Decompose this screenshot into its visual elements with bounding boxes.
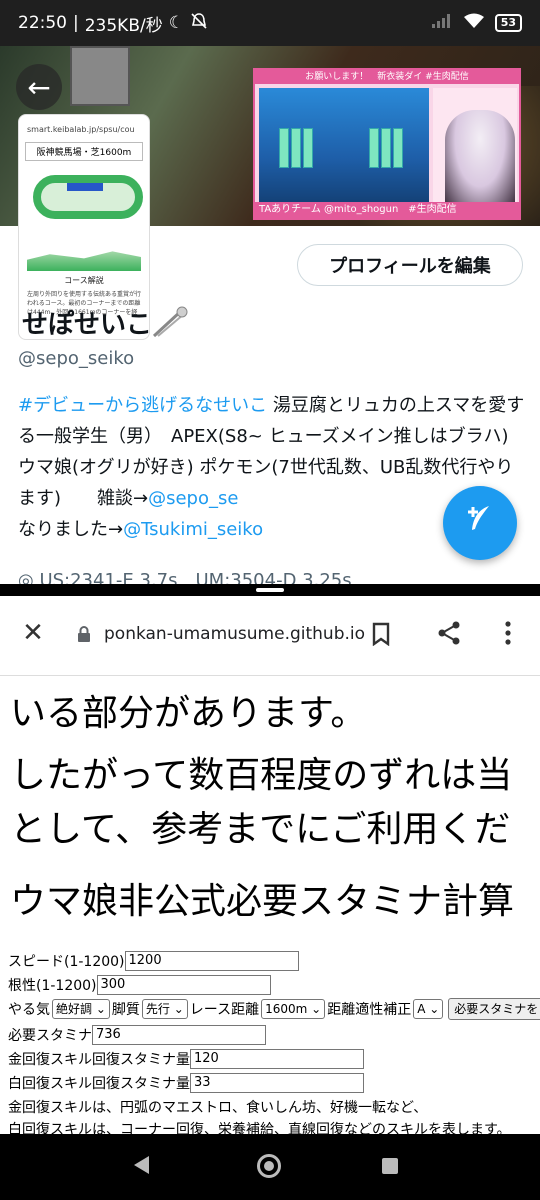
speed-label: スピード(1-1200) — [8, 954, 125, 970]
gold-skill-note: 金回復スキルは、円弧のマエストロ、食いしん坊、好機一転など、 — [8, 1100, 428, 1116]
profile-location: ◎ US:2341-E 3.7s UM:3504-D 3.25s — [18, 566, 352, 584]
lock-icon[interactable] — [77, 626, 91, 642]
safety-pin-icon — [150, 304, 190, 340]
avatar-course-title: 阪神競馬場・芝1600m — [25, 142, 143, 161]
avatar-url-text: smart.keibalab.jp/spsu/cou — [27, 125, 135, 134]
page-heading: ウマ娘非公式必要スタミナ計算 — [10, 881, 515, 922]
display-name: せぽせいこ — [22, 310, 153, 340]
feather-plus-icon — [463, 502, 497, 544]
share-icon[interactable] — [436, 620, 462, 646]
banner-character — [445, 110, 515, 206]
banner-stream-image: お願いします！ 新衣装ダイ #生肉配信 TAありチーム @mito_shogun… — [253, 68, 521, 220]
white-skill-input[interactable]: 33 — [190, 1073, 364, 1093]
status-bar: 22:50 | 235KB/秒 ☾ 53 — [0, 0, 540, 46]
profile-handle: @sepo_seiko — [18, 348, 135, 369]
bell-off-icon — [190, 12, 208, 35]
browser-toolbar: ✕ ponkan-umamusume.github.io — [0, 596, 540, 676]
bio-text-2: なりました→ — [18, 519, 124, 540]
divider-handle[interactable] — [256, 588, 284, 592]
motivation-select[interactable]: 絶好調 ⌄ — [52, 999, 110, 1019]
avatar-caption: コース解説 — [64, 276, 104, 285]
banner-stream-title: お願いします！ 新衣装ダイ #生肉配信 — [255, 70, 519, 84]
course-profile-image — [27, 251, 141, 271]
speed-input[interactable]: 1200 — [124, 951, 299, 971]
status-time: 22:50 — [18, 13, 67, 33]
system-nav-bar — [0, 1134, 540, 1200]
options-row: やる気 絶好調 ⌄ 脚質 先行 ⌄ レース距離 1600m ⌄ 距離適性補正 A… — [8, 998, 540, 1020]
nav-recents-icon[interactable] — [382, 1158, 398, 1174]
aptitude-label: 距離適性補正 — [327, 1002, 412, 1018]
edit-profile-button[interactable]: プロフィールを編集 — [297, 244, 523, 286]
bookmark-icon[interactable] — [371, 622, 391, 647]
banner-stream-caption: TAありチーム @mito_shogun #生肉配信 — [255, 202, 519, 218]
close-icon[interactable]: ✕ — [18, 618, 48, 648]
white-skill-row: 白回復スキル回復スタミナ量 33 — [8, 1072, 364, 1094]
wifi-icon — [463, 13, 485, 34]
bio-mention-link[interactable]: @sepo_se — [148, 488, 238, 509]
page-text-line: として、参考までにご利用くだ — [10, 809, 511, 850]
location-icon: ◎ — [18, 570, 40, 584]
page-text-line: したがって数百程度のずれは当 — [10, 755, 513, 796]
gold-skill-row: 金回復スキル回復スタミナ量 120 — [8, 1048, 364, 1070]
white-skill-note: 白回復スキルは、コーナー回復、栄養補給、直線回復などのスキルを表します。 — [8, 1122, 511, 1134]
style-label: 脚質 — [111, 1002, 140, 1018]
page-content: いる部分があります。 したがって数百程度のずれは当 として、参考までにご利用くだ… — [0, 676, 540, 1134]
arrow-left-icon: ← — [27, 70, 51, 104]
required-stamina-output[interactable]: 736 — [92, 1025, 266, 1045]
compose-tweet-button[interactable] — [443, 486, 517, 560]
note-line: 白回復スキルは、コーナー回復、栄養補給、直線回復などのスキルを表します。 — [8, 1118, 511, 1134]
bio-mention-link-2[interactable]: @Tsukimi_seiko — [123, 519, 263, 540]
do-not-disturb-icon: ☾ — [168, 13, 184, 33]
required-row: 必要スタミナ 736 — [8, 1024, 266, 1046]
calculate-button[interactable]: 必要スタミナを — [448, 998, 540, 1020]
speed-row: スピード(1-1200) 1200 — [8, 950, 299, 972]
url-bar[interactable]: ponkan-umamusume.github.io — [104, 624, 365, 644]
status-speed: 235KB/秒 — [84, 15, 163, 36]
distance-select[interactable]: 1600m ⌄ — [261, 999, 326, 1019]
guts-label: 根性(1-1200) — [8, 978, 97, 994]
split-screen-divider[interactable] — [0, 584, 540, 596]
battery-icon: 53 — [494, 14, 522, 32]
more-vertical-icon[interactable] — [500, 620, 516, 646]
guts-input[interactable]: 300 — [96, 975, 271, 995]
nav-back-icon[interactable] — [134, 1156, 149, 1174]
banner-game-screen — [259, 88, 429, 206]
gold-skill-input[interactable]: 120 — [190, 1049, 364, 1069]
nav-home-icon[interactable] — [257, 1154, 281, 1178]
guts-row: 根性(1-1200) 300 — [8, 974, 271, 996]
distance-label: レース距離 — [189, 1002, 260, 1018]
aptitude-select[interactable]: A ⌄ — [413, 999, 444, 1019]
gold-skill-label: 金回復スキル回復スタミナ量 — [8, 1052, 190, 1068]
back-button[interactable]: ← — [16, 64, 62, 110]
twitter-profile-screen: お願いします！ 新衣装ダイ #生肉配信 TAありチーム @mito_shogun… — [0, 46, 540, 584]
style-select[interactable]: 先行 ⌄ — [141, 999, 188, 1019]
signal-icon — [431, 13, 453, 34]
note-line: 金回復スキルは、円弧のマエストロ、食いしん坊、好機一転など、 — [8, 1096, 427, 1118]
required-stamina-label: 必要スタミナ — [8, 1028, 92, 1044]
course-map-image — [27, 167, 143, 237]
motivation-label: やる気 — [8, 1002, 50, 1018]
banner-device — [70, 46, 130, 106]
white-skill-label: 白回復スキル回復スタミナ量 — [8, 1076, 190, 1092]
page-text-line: いる部分があります。 — [10, 693, 367, 734]
browser-screen: ✕ ponkan-umamusume.github.io いる部分があります。 … — [0, 596, 540, 1134]
bio-hashtag-link[interactable]: #デビューから逃げるなせいこ — [18, 395, 267, 416]
